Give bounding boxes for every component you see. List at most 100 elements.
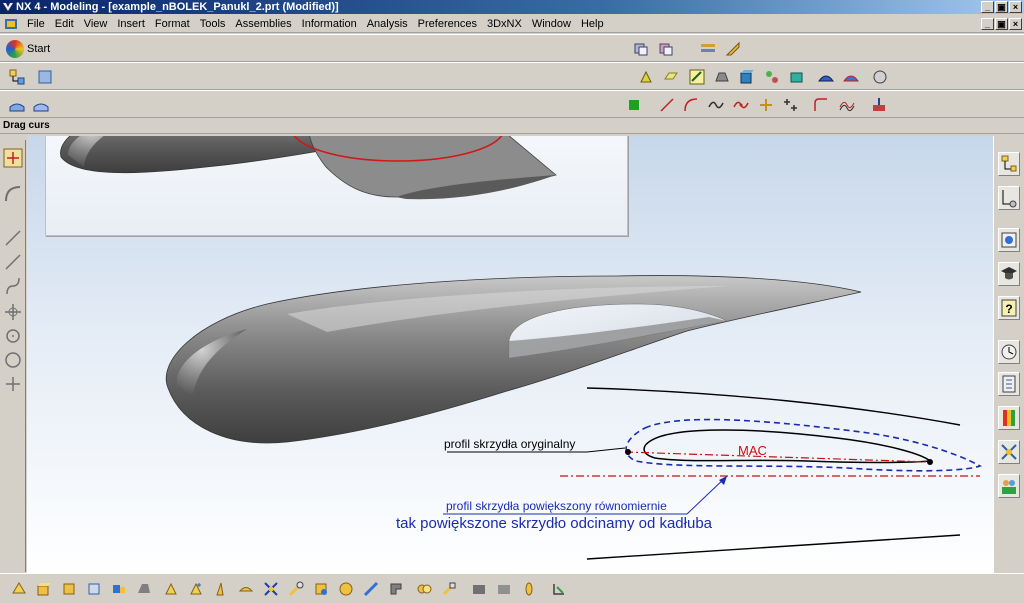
- doc-restore-button[interactable]: ▣: [995, 18, 1008, 30]
- window-title: NX 4 - Modeling - [example_nBOLEK_Panukl…: [16, 1, 339, 13]
- start-button[interactable]: Start: [6, 38, 50, 60]
- palette-icon[interactable]: [998, 406, 1020, 430]
- menu-window[interactable]: Window: [527, 15, 576, 33]
- original-profile-label: profil skrzydła oryginalny: [444, 437, 576, 451]
- layer-settings-icon[interactable]: [697, 38, 719, 60]
- open-part-icon[interactable]: [34, 66, 56, 88]
- curve-tool-icon[interactable]: [3, 276, 23, 296]
- lower-fuselage-line: [586, 534, 961, 560]
- feature-icon[interactable]: [8, 578, 30, 600]
- chamfer-icon[interactable]: [310, 578, 332, 600]
- multi-point-icon[interactable]: [780, 94, 802, 116]
- menu-edit[interactable]: Edit: [50, 15, 79, 33]
- assembly-navigator-icon[interactable]: [998, 152, 1020, 176]
- block-icon[interactable]: [33, 578, 55, 600]
- offset-curve-icon[interactable]: [836, 94, 858, 116]
- face-sheet-icon[interactable]: [30, 94, 52, 116]
- studio-spline-icon[interactable]: [730, 94, 752, 116]
- datum-plane-icon[interactable]: [660, 66, 682, 88]
- crosshair-tool-icon[interactable]: [3, 302, 23, 322]
- menu-preferences[interactable]: Preferences: [413, 15, 482, 33]
- through-curves-icon[interactable]: [840, 66, 862, 88]
- extrude-icon[interactable]: [83, 578, 105, 600]
- offset-icon[interactable]: [518, 578, 540, 600]
- line-icon[interactable]: [656, 94, 678, 116]
- enlarged-profile-outline: [625, 418, 982, 472]
- menu-format[interactable]: Format: [150, 15, 195, 33]
- sketch-icon[interactable]: [686, 66, 708, 88]
- pattern-icon[interactable]: [468, 578, 490, 600]
- groove-icon[interactable]: [260, 578, 282, 600]
- nx-application-window: NX 4 - Modeling - [example_nBOLEK_Panukl…: [0, 0, 1024, 603]
- sew-icon[interactable]: [438, 578, 460, 600]
- arc-tool-icon[interactable]: [3, 184, 23, 204]
- circle-center-tool-icon[interactable]: [3, 326, 23, 346]
- project-curve-icon[interactable]: [868, 94, 890, 116]
- hole-icon[interactable]: [133, 578, 155, 600]
- help-icon[interactable]: ?: [998, 296, 1020, 320]
- measure-distance-icon[interactable]: [722, 38, 744, 60]
- nx-app-icon: [3, 3, 13, 11]
- analysis-shape-icon[interactable]: [869, 66, 891, 88]
- extrude-body-icon[interactable]: [711, 66, 733, 88]
- doc-close-button[interactable]: ×: [1009, 18, 1022, 30]
- point-set-icon[interactable]: [755, 94, 777, 116]
- menu-insert[interactable]: Insert: [112, 15, 150, 33]
- reuse-library-icon[interactable]: [998, 372, 1020, 396]
- system-icon[interactable]: [998, 474, 1020, 498]
- mirror-icon[interactable]: [493, 578, 515, 600]
- web-browser-icon[interactable]: [998, 228, 1020, 252]
- copy-display-icon[interactable]: [630, 38, 652, 60]
- split-icon[interactable]: [413, 578, 435, 600]
- fillet-curve-icon[interactable]: [810, 94, 832, 116]
- point-tool-icon[interactable]: [3, 374, 23, 394]
- menu-information[interactable]: Information: [297, 15, 362, 33]
- slot-icon[interactable]: [235, 578, 257, 600]
- menu-file[interactable]: File: [22, 15, 50, 33]
- scale-icon[interactable]: [548, 578, 570, 600]
- snap-point-icon[interactable]: [3, 148, 23, 168]
- menu-help[interactable]: Help: [576, 15, 609, 33]
- draft-icon[interactable]: [360, 578, 382, 600]
- point-icon[interactable]: [635, 66, 657, 88]
- enlarged-profile-label: profil skrzydła powiększony równomiernie: [446, 499, 667, 513]
- menu-3dxnx[interactable]: 3DxNX: [482, 15, 527, 33]
- menu-assemblies[interactable]: Assemblies: [230, 15, 296, 33]
- trim-icon[interactable]: [385, 578, 407, 600]
- document-system-icon[interactable]: [4, 17, 18, 31]
- feature-tree-icon[interactable]: [761, 66, 783, 88]
- line-tool-icon[interactable]: [3, 228, 23, 248]
- surface-icon[interactable]: [815, 66, 837, 88]
- feature-toolbar: [0, 573, 1024, 603]
- spline-icon[interactable]: [705, 94, 727, 116]
- close-button[interactable]: ×: [1009, 1, 1022, 13]
- history-icon[interactable]: [998, 340, 1020, 364]
- doc-minimize-button[interactable]: _: [981, 18, 994, 30]
- restore-button[interactable]: ▣: [995, 1, 1008, 13]
- line-alt-tool-icon[interactable]: [3, 252, 23, 272]
- arc-icon[interactable]: [680, 94, 702, 116]
- roles-icon[interactable]: [998, 440, 1020, 464]
- shaded-block-icon[interactable]: [736, 66, 758, 88]
- menu-view[interactable]: View: [79, 15, 113, 33]
- copy-display-dropdown-icon[interactable]: [655, 38, 677, 60]
- revolve-icon[interactable]: [108, 578, 130, 600]
- solid-body-icon[interactable]: [786, 66, 808, 88]
- pocket-icon[interactable]: [210, 578, 232, 600]
- circle-tool-icon[interactable]: [3, 350, 23, 370]
- blend-icon[interactable]: [285, 578, 307, 600]
- part-navigator-icon[interactable]: [998, 186, 1020, 210]
- training-icon[interactable]: [998, 262, 1020, 286]
- color-block-icon[interactable]: [623, 94, 645, 116]
- enlarged-leader-arrowhead: [719, 476, 727, 485]
- sheet-icon[interactable]: [6, 94, 28, 116]
- assembly-icon[interactable]: [6, 66, 28, 88]
- shell-icon[interactable]: [335, 578, 357, 600]
- pad-icon[interactable]: [185, 578, 207, 600]
- menu-analysis[interactable]: Analysis: [362, 15, 413, 33]
- boss-icon[interactable]: [160, 578, 182, 600]
- minimize-button[interactable]: _: [981, 1, 994, 13]
- cylinder-icon[interactable]: [58, 578, 80, 600]
- menu-tools[interactable]: Tools: [195, 15, 231, 33]
- trailing-edge-point: [927, 459, 933, 465]
